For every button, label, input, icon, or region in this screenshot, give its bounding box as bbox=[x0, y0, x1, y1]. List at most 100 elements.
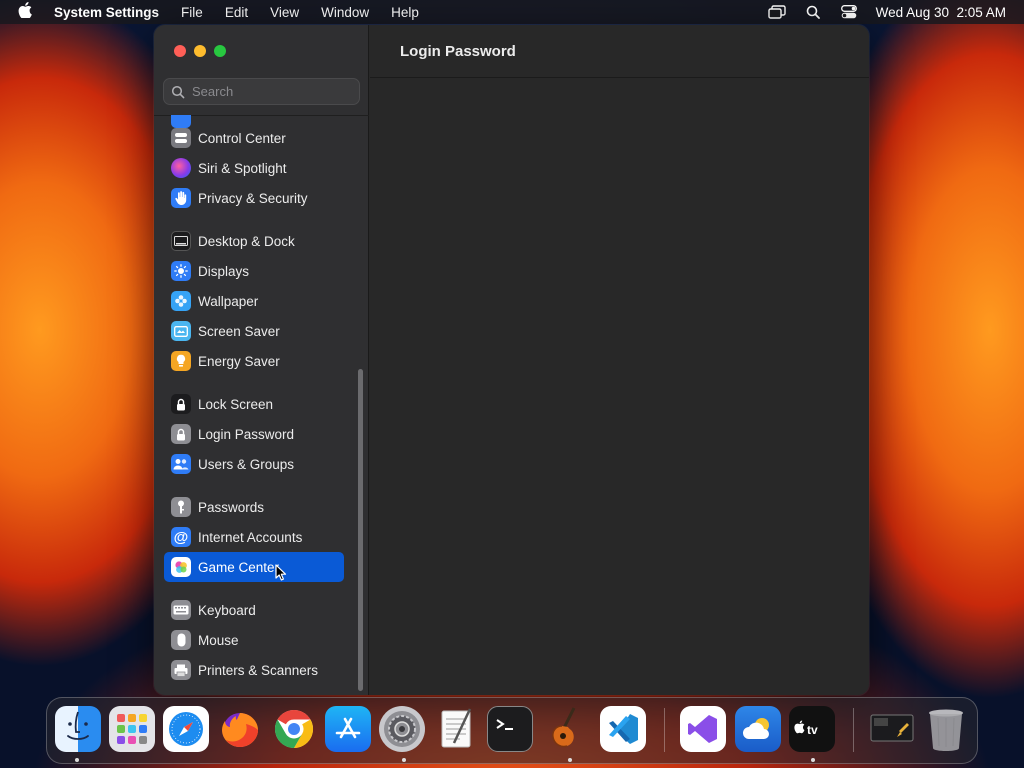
chrome-icon[interactable] bbox=[271, 706, 317, 752]
dock: tv bbox=[46, 697, 978, 764]
lock-icon bbox=[171, 424, 191, 444]
sidebar-item-label: Siri & Spotlight bbox=[198, 160, 287, 176]
bulb-icon bbox=[171, 351, 191, 371]
sidebar-item-label: Lock Screen bbox=[198, 396, 274, 412]
window-controls bbox=[174, 45, 226, 57]
app-store-icon[interactable] bbox=[325, 706, 371, 752]
garageband-icon[interactable] bbox=[543, 706, 589, 752]
sidebar-item-label: Energy Saver bbox=[198, 353, 280, 369]
menu-window[interactable]: Window bbox=[310, 5, 380, 20]
lock-icon bbox=[171, 394, 191, 414]
firefox-icon[interactable] bbox=[217, 706, 263, 752]
mouse-pointer-icon bbox=[275, 564, 287, 581]
svg-text:tv: tv bbox=[807, 723, 818, 737]
sidebar-item-passwords[interactable]: Passwords bbox=[164, 492, 344, 522]
sidebar-item-label: Privacy & Security bbox=[198, 190, 308, 206]
app-menu-system-settings[interactable]: System Settings bbox=[50, 5, 170, 20]
visual-studio-icon[interactable] bbox=[680, 706, 726, 752]
sidebar-item-mouse[interactable]: Mouse bbox=[164, 625, 344, 655]
dock-separator bbox=[664, 708, 665, 752]
sidebar-item-label: Login Password bbox=[198, 426, 295, 442]
sidebar-item-label: Displays bbox=[198, 263, 250, 279]
key-icon bbox=[171, 497, 191, 517]
running-indicator bbox=[811, 758, 815, 762]
sidebar-item-label: Mouse bbox=[198, 632, 239, 648]
screen-saver-icon bbox=[171, 321, 191, 341]
system-settings-icon[interactable] bbox=[379, 706, 425, 752]
sidebar-item-wallpaper[interactable]: Wallpaper bbox=[164, 286, 344, 316]
running-indicator bbox=[568, 758, 572, 762]
sidebar-item-siri-spotlight[interactable]: Siri & Spotlight bbox=[164, 153, 344, 183]
game-center-icon bbox=[171, 557, 191, 577]
sidebar-item-privacy-security[interactable]: Privacy & Security bbox=[164, 183, 344, 213]
trash-icon[interactable] bbox=[923, 706, 969, 752]
terminal-icon[interactable] bbox=[487, 706, 533, 752]
running-indicator bbox=[402, 758, 406, 762]
system-settings-window: Search Control Center Siri & Spotlight P… bbox=[154, 25, 869, 695]
sidebar-item-label: Printers & Scanners bbox=[198, 662, 319, 678]
control-center-icon bbox=[171, 128, 191, 148]
sidebar-item-control-center[interactable]: Control Center bbox=[164, 123, 344, 153]
menu-bar: System Settings File Edit View Window He… bbox=[0, 0, 1024, 24]
minimize-button[interactable] bbox=[194, 45, 206, 57]
weather-icon[interactable] bbox=[735, 706, 781, 752]
launchpad-icon[interactable] bbox=[109, 706, 155, 752]
users-icon bbox=[171, 454, 191, 474]
sidebar-scrollbar[interactable] bbox=[358, 369, 363, 691]
sidebar-item-energy-saver[interactable]: Energy Saver bbox=[164, 346, 344, 376]
zoom-button[interactable] bbox=[214, 45, 226, 57]
menubar-clock[interactable]: Wed Aug 30 2:05 AM bbox=[876, 5, 1006, 20]
sidebar-item-game-center[interactable]: Game Center bbox=[164, 552, 344, 582]
apple-menu-icon[interactable] bbox=[0, 2, 50, 22]
sidebar-item-label: Keyboard bbox=[198, 602, 256, 618]
finder-icon[interactable] bbox=[55, 706, 101, 752]
sidebar-item-label: Game Center bbox=[198, 559, 280, 575]
search-placeholder: Search bbox=[192, 84, 234, 99]
keyboard-icon bbox=[171, 600, 191, 620]
sidebar: Search Control Center Siri & Spotlight P… bbox=[154, 25, 369, 695]
screen-capture-icon[interactable] bbox=[869, 706, 915, 752]
sidebar-item-label: Wallpaper bbox=[198, 293, 259, 309]
control-center-icon[interactable] bbox=[840, 5, 858, 19]
sidebar-item-login-password[interactable]: Login Password bbox=[164, 419, 344, 449]
running-indicator bbox=[75, 758, 79, 762]
menu-view[interactable]: View bbox=[259, 5, 310, 20]
content-title: Login Password bbox=[370, 25, 869, 78]
dock-separator bbox=[853, 708, 854, 752]
sidebar-item-label: Desktop & Dock bbox=[198, 233, 295, 249]
sidebar-item-screen-saver[interactable]: Screen Saver bbox=[164, 316, 344, 346]
sidebar-list: Control Center Siri & Spotlight Privacy … bbox=[154, 115, 369, 695]
menu-edit[interactable]: Edit bbox=[214, 5, 259, 20]
vscode-icon[interactable] bbox=[600, 706, 646, 752]
sidebar-item-label: Screen Saver bbox=[198, 323, 280, 339]
spotlight-search-icon[interactable] bbox=[804, 5, 822, 19]
sidebar-item-lock-screen[interactable]: Lock Screen bbox=[164, 389, 344, 419]
menu-file[interactable]: File bbox=[170, 5, 214, 20]
sidebar-item-internet-accounts[interactable]: @ Internet Accounts bbox=[164, 522, 344, 552]
search-field[interactable]: Search bbox=[163, 78, 360, 105]
sidebar-item-label: Passwords bbox=[198, 499, 265, 515]
siri-icon bbox=[171, 158, 191, 178]
flower-icon bbox=[171, 291, 191, 311]
sidebar-item-label: Internet Accounts bbox=[198, 529, 303, 545]
sun-icon bbox=[171, 261, 191, 281]
sidebar-item-label: Users & Groups bbox=[198, 456, 295, 472]
search-icon bbox=[171, 85, 185, 98]
sidebar-item-printers-scanners[interactable]: Printers & Scanners bbox=[164, 655, 344, 685]
apple-tv-icon[interactable]: tv bbox=[789, 706, 835, 752]
safari-icon[interactable] bbox=[163, 706, 209, 752]
printer-icon bbox=[171, 660, 191, 680]
mouse-icon bbox=[171, 630, 191, 650]
sidebar-item-desktop-dock[interactable]: Desktop & Dock bbox=[164, 226, 344, 256]
menu-help[interactable]: Help bbox=[380, 5, 430, 20]
sidebar-item-users-groups[interactable]: Users & Groups bbox=[164, 449, 344, 479]
hand-icon bbox=[171, 188, 191, 208]
dock-icon bbox=[171, 231, 191, 251]
screen-mirroring-icon[interactable] bbox=[767, 5, 786, 19]
sidebar-item-label: Control Center bbox=[198, 130, 286, 146]
sidebar-item-displays[interactable]: Displays bbox=[164, 256, 344, 286]
close-button[interactable] bbox=[174, 45, 186, 57]
textedit-icon[interactable] bbox=[433, 706, 479, 752]
at-icon: @ bbox=[171, 527, 191, 547]
sidebar-item-keyboard[interactable]: Keyboard bbox=[164, 595, 344, 625]
